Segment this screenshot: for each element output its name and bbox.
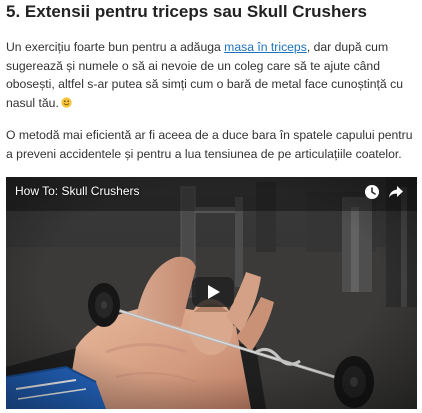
- play-button[interactable]: [192, 277, 234, 307]
- smiley-icon: [61, 96, 72, 108]
- paragraph-intro-text-start: Un exercițiu foarte bun pentru a adăuga: [6, 40, 225, 54]
- video-title[interactable]: How To: Skull Crushers: [15, 184, 140, 198]
- triceps-mass-link[interactable]: masa în triceps: [224, 40, 307, 54]
- play-icon: [208, 285, 220, 299]
- section-heading: 5. Extensii pentru triceps sau Skull Cru…: [6, 2, 367, 21]
- paragraph-method: O metodă mai eficientă ar fi aceea de a …: [6, 128, 413, 161]
- clock-icon[interactable]: [364, 184, 380, 200]
- share-icon[interactable]: [388, 185, 404, 199]
- video-player[interactable]: How To: Skull Crushers: [6, 177, 417, 409]
- paragraph-intro: Un exercițiu foarte bun pentru a adăuga …: [6, 38, 416, 112]
